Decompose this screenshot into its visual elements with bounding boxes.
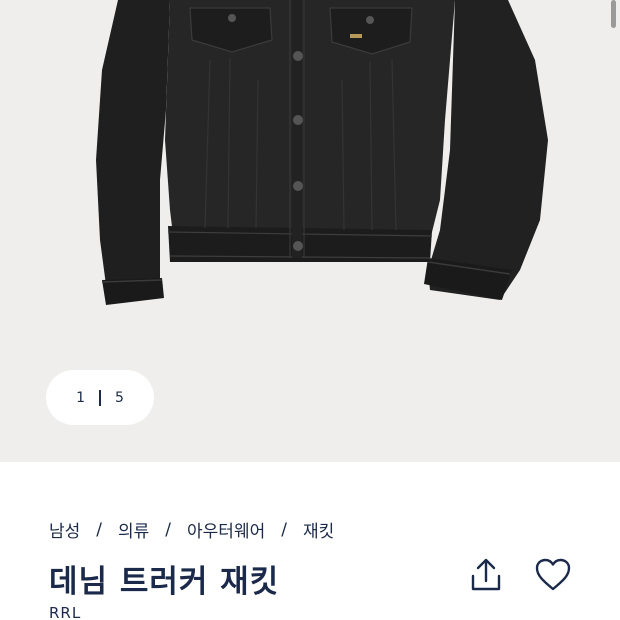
product-image-gallery[interactable]: 1 5 <box>0 0 620 462</box>
scrollbar[interactable] <box>611 0 616 28</box>
breadcrumb-separator: / <box>96 519 103 540</box>
breadcrumb-separator: / <box>281 519 287 540</box>
breadcrumb-item-men[interactable]: 남성 <box>49 517 80 542</box>
wishlist-button[interactable] <box>534 557 572 593</box>
current-image-index: 1 <box>76 389 85 406</box>
share-icon <box>471 558 501 591</box>
breadcrumb-item-jackets[interactable]: 재킷 <box>303 517 334 542</box>
total-image-count: 5 <box>115 389 124 406</box>
share-button[interactable] <box>467 556 505 594</box>
breadcrumb-separator: / <box>165 519 172 540</box>
heart-icon <box>535 558 571 591</box>
brand-name[interactable]: RRL <box>49 604 81 620</box>
counter-divider <box>99 389 101 406</box>
breadcrumb-item-clothing[interactable]: 의류 <box>118 517 149 542</box>
breadcrumb-item-outerwear[interactable]: 아우터웨어 <box>187 517 265 542</box>
breadcrumb: 남성 / 의류 / 아우터웨어 / 재킷 <box>49 517 334 543</box>
image-counter: 1 5 <box>46 370 154 425</box>
product-title: 데님 트러커 재킷 <box>49 564 280 600</box>
